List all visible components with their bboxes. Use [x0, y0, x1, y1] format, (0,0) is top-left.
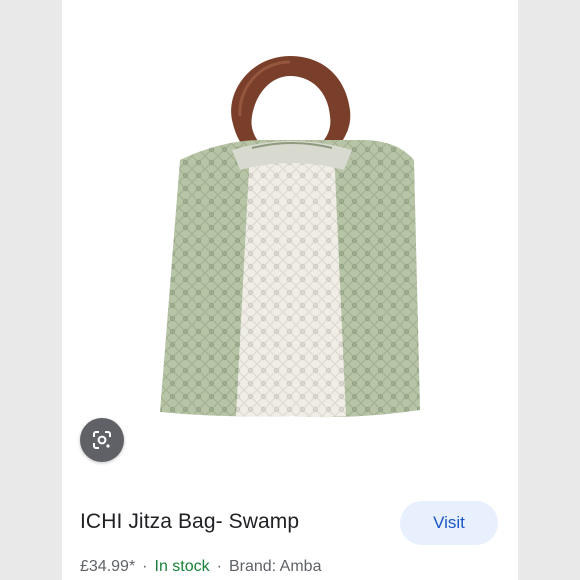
- product-image-area[interactable]: [62, 0, 518, 480]
- separator-1: ·: [142, 558, 148, 575]
- stock-status: In stock: [154, 558, 210, 575]
- visit-button[interactable]: Visit: [400, 501, 498, 545]
- brand: Brand: Amba: [228, 558, 322, 575]
- separator-2: ·: [216, 558, 222, 575]
- product-title[interactable]: ICHI Jitza Bag- Swamp: [80, 510, 299, 534]
- product-meta: £34.99* · In stock · Brand: Amba: [80, 558, 321, 576]
- price: £34.99*: [80, 558, 136, 575]
- lens-button[interactable]: [80, 418, 124, 462]
- google-lens-icon: [93, 431, 111, 449]
- product-image: [160, 56, 420, 418]
- product-info: ICHI Jitza Bag- Swamp Visit £34.99* · In s…: [62, 480, 518, 580]
